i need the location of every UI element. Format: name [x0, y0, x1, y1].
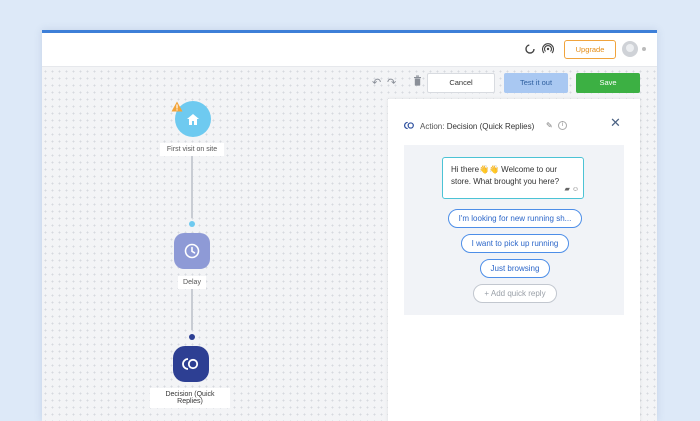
save-button[interactable]: Save [576, 73, 640, 93]
broadcast-icon[interactable] [541, 43, 555, 55]
warning-icon [171, 99, 183, 117]
cancel-button[interactable]: Cancel [427, 73, 495, 93]
quick-replies-icon [404, 121, 415, 133]
info-icon[interactable]: i [558, 121, 567, 130]
message-input[interactable]: Hi there👋👋 Welcome to our store. What br… [442, 157, 584, 199]
folder-icon[interactable]: ▰ [565, 186, 570, 193]
avatar[interactable] [622, 41, 638, 57]
connector-line [191, 288, 193, 330]
panel-title-text: Decision (Quick Replies) [446, 122, 535, 131]
quick-reply-button[interactable]: I'm looking for new running sh... [448, 209, 582, 228]
clock-icon [184, 243, 200, 259]
close-icon[interactable]: ✕ [610, 115, 621, 131]
quick-replies-icon [182, 358, 199, 370]
flow-node-delay[interactable] [174, 233, 210, 269]
upgrade-button[interactable]: Upgrade [564, 40, 616, 59]
home-icon [187, 113, 199, 125]
add-quick-reply-button[interactable]: + Add quick reply [473, 284, 557, 303]
panel-body: Hi there👋👋 Welcome to our store. What br… [404, 145, 624, 315]
quick-reply-button[interactable]: Just browsing [480, 259, 550, 278]
connector-dot[interactable] [189, 221, 195, 227]
delete-icon[interactable] [413, 75, 422, 89]
loading-icon[interactable] [524, 43, 536, 55]
panel-title: Action: Decision (Quick Replies) [420, 122, 534, 131]
flow-node-label: Decision (Quick Replies) [150, 388, 230, 408]
undo-icon[interactable]: ↶ [372, 76, 381, 89]
message-text: Hi there👋👋 Welcome to our store. What br… [451, 165, 560, 186]
test-it-out-button[interactable]: Test it out [504, 73, 568, 93]
redo-icon[interactable]: ↷ [387, 76, 396, 89]
panel-title-prefix: Action: [420, 122, 445, 131]
app-window: Upgrade ↶ ↷ Cancel Test it out Save Firs… [42, 30, 657, 421]
message-attachment-icons: ▰ ☺ [565, 184, 580, 196]
action-panel: Action: Decision (Quick Replies) ✎ i ✕ H… [388, 99, 640, 421]
flow-node-label: First visit on site [160, 143, 224, 156]
flow-node-label: Delay [178, 276, 206, 289]
connector-dot[interactable] [189, 334, 195, 340]
quick-reply-button[interactable]: I want to pick up running [461, 234, 569, 253]
emoji-icon[interactable]: ☺ [572, 186, 579, 193]
flow-node-decision[interactable] [173, 346, 209, 382]
dropdown-icon[interactable] [642, 47, 646, 51]
connector-line [191, 155, 193, 218]
edit-icon[interactable]: ✎ [546, 121, 553, 130]
top-bar: Upgrade [42, 33, 657, 67]
